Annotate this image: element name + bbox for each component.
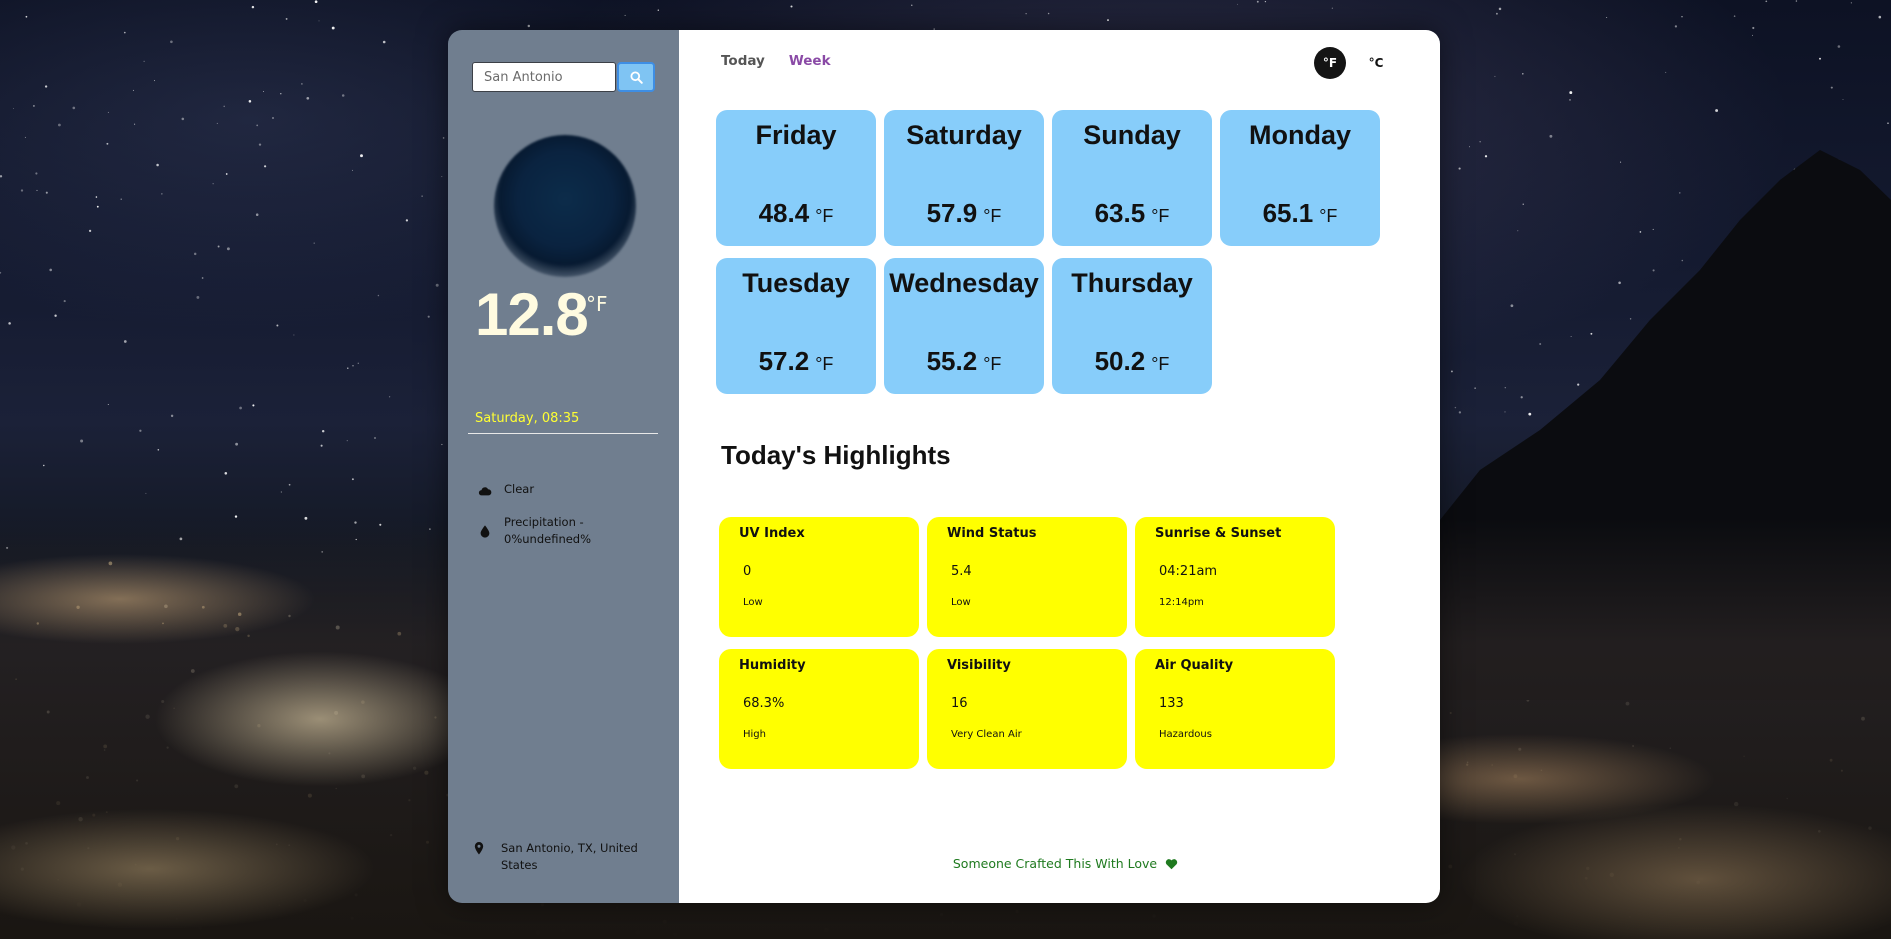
current-temperature: 12.8 [475,281,589,348]
current-datetime: Saturday, 08:35 [475,411,580,426]
highlight-status: Very Clean Air [951,729,1022,740]
highlight-value: 68.3% [743,696,785,711]
day-temperature: 57.2 °F [758,346,834,376]
highlight-status: Hazardous [1159,729,1212,740]
day-temperature: 65.1 °F [1262,198,1338,228]
unit-toggle: °F °C [1314,47,1392,79]
highlight-card-sunrise-sunset: Sunrise & Sunset 04:21am 12:14pm [1135,517,1335,637]
tab-week[interactable]: Week [789,53,831,69]
day-temperature: 48.4 °F [758,198,834,228]
location-row: San Antonio, TX, United States [474,840,641,874]
day-name: Wednesday [889,268,1039,298]
day-name: Monday [1248,120,1351,150]
highlight-value: 04:21am [1159,564,1218,579]
day-temperature: 55.2 °F [926,346,1002,376]
location-label: San Antonio, TX, United States [501,841,638,872]
highlight-card-air-quality: Air Quality 133 Hazardous [1135,649,1335,769]
day-card-sunday: Sunday 63.5 °F [1052,110,1212,246]
weather-condition-image [494,135,636,277]
highlight-value: 5.4 [951,564,972,579]
day-temperature: 57.9 °F [926,198,1002,228]
highlight-card-wind-status: Wind Status 5.4 Low [927,517,1127,637]
condition-row: Clear [478,481,534,498]
day-name: Sunday [1083,120,1181,150]
celsius-button[interactable]: °C [1360,47,1392,79]
highlight-status: High [743,729,766,740]
main-panel: Today Week °F °C Friday 48.4 °F Saturday … [679,30,1440,903]
day-card-friday: Friday 48.4 °F [716,110,876,246]
day-temperature: 63.5 °F [1094,198,1170,228]
day-name: Thursday [1071,268,1193,298]
cloud-icon [478,487,492,496]
highlight-title: Sunrise & Sunset [1155,526,1282,541]
search-icon [629,70,643,84]
droplet-icon [480,525,490,538]
day-name: Saturday [906,120,1022,150]
sidebar: 12.8 °F Saturday, 08:35 Clear Precipitat… [448,30,679,903]
highlight-title: Wind Status [947,526,1037,541]
precipitation-row: Precipitation - 0%undefined% [478,514,604,548]
highlights-heading: Today's Highlights [721,440,951,470]
day-card-thursday: Thursday 50.2 °F [1052,258,1212,394]
day-card-wednesday: Wednesday 55.2 °F [884,258,1044,394]
highlight-value: 133 [1159,696,1184,711]
day-name: Tuesday [742,268,850,298]
day-card-saturday: Saturday 57.9 °F [884,110,1044,246]
day-card-monday: Monday 65.1 °F [1220,110,1380,246]
search-button[interactable] [617,62,655,92]
highlight-title: Visibility [947,658,1011,673]
view-tabs: Today Week [721,53,831,69]
highlight-card-uv-index: UV Index 0 Low [719,517,919,637]
day-card-tuesday: Tuesday 57.2 °F [716,258,876,394]
highlight-status: 12:14pm [1159,597,1204,608]
footer: Someone Crafted This With Love [679,856,1440,871]
highlight-value: 0 [743,564,752,579]
highlight-title: UV Index [739,526,805,541]
fahrenheit-button[interactable]: °F [1314,47,1346,79]
highlight-card-humidity: Humidity 68.3% High [719,649,919,769]
highlight-value: 16 [951,696,968,711]
highlight-title: Air Quality [1155,658,1234,673]
tab-today[interactable]: Today [721,53,765,69]
highlight-title: Humidity [739,658,806,673]
day-name: Friday [755,120,837,150]
footer-text: Someone Crafted This With Love [952,856,1158,871]
highlight-card-visibility: Visibility 16 Very Clean Air [927,649,1127,769]
precipitation-label: Precipitation - 0%undefined% [504,515,592,546]
sidebar-divider [468,433,658,434]
location-pin-icon [474,842,484,855]
condition-label: Clear [504,482,535,496]
day-temperature: 50.2 °F [1094,346,1170,376]
search-input[interactable] [472,62,616,92]
highlight-status: Low [743,597,763,608]
current-temperature-unit: °F [586,292,608,316]
search-bar [472,62,655,92]
weather-app: 12.8 °F Saturday, 08:35 Clear Precipitat… [448,30,1440,903]
highlight-status: Low [951,597,971,608]
heart-icon [1165,858,1178,869]
